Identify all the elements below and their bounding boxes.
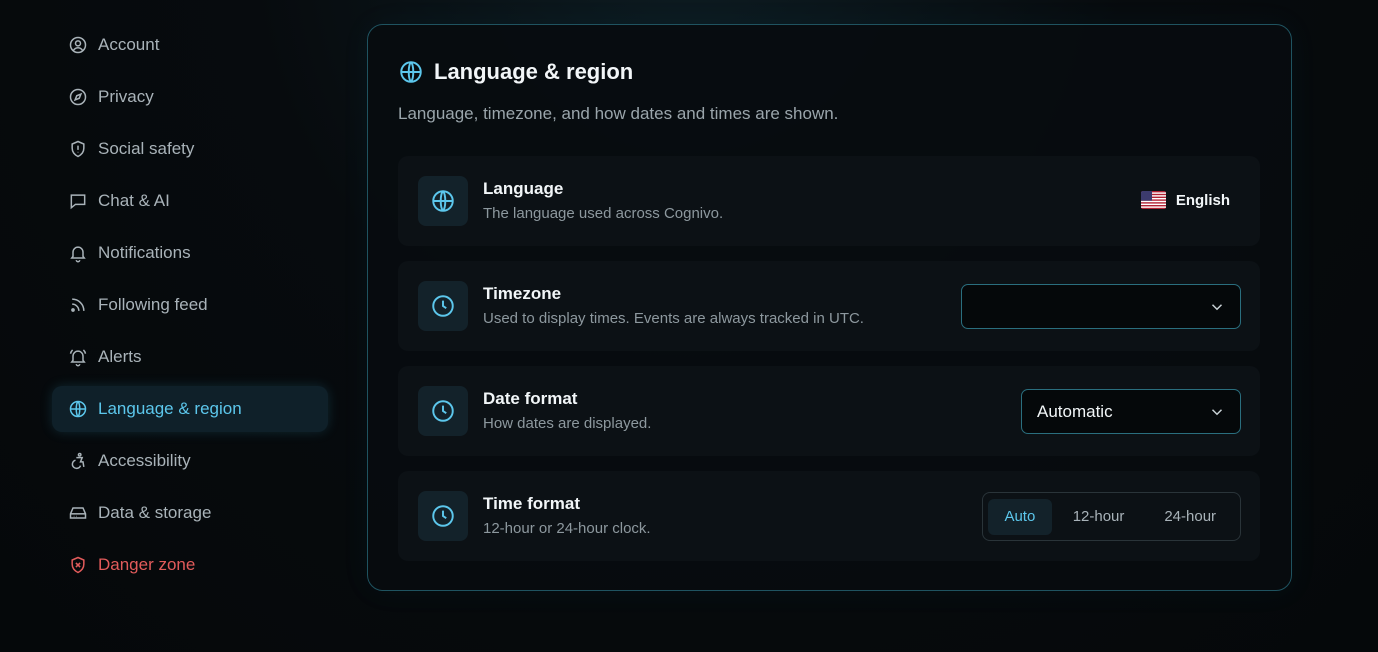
sidebar-item-danger-zone[interactable]: Danger zone	[52, 542, 328, 588]
language-value: English	[1175, 191, 1230, 209]
sidebar-item-notifications[interactable]: Notifications	[52, 230, 328, 276]
globe-icon	[418, 176, 468, 226]
setting-label: Language	[483, 179, 564, 198]
setting-label: Time format	[483, 494, 580, 513]
chat-bubble-icon	[68, 191, 88, 211]
sidebar-item-label: Social safety	[98, 139, 195, 158]
clock-icon	[418, 281, 468, 331]
sidebar-item-label: Alerts	[98, 347, 142, 366]
us-flag-icon	[1140, 191, 1166, 209]
user-circle-icon	[68, 35, 88, 55]
date-format-select[interactable]: Automatic	[1021, 389, 1241, 434]
clock-icon	[418, 491, 468, 541]
setting-description: The language used across Cognivo.	[483, 205, 724, 222]
setting-description: 12-hour or 24-hour clock.	[483, 520, 651, 537]
globe-icon	[398, 59, 424, 85]
chevron-down-icon	[1211, 304, 1223, 311]
setting-description: How dates are displayed.	[483, 415, 652, 432]
sidebar-item-label: Language & region	[98, 399, 242, 418]
setting-label: Date format	[483, 389, 578, 408]
bell-ring-icon	[68, 347, 88, 367]
sidebar-item-language-region[interactable]: Language & region	[52, 386, 328, 432]
panel-description: Language, timezone, and how dates and ti…	[398, 104, 839, 123]
sidebar-item-alerts[interactable]: Alerts	[52, 334, 328, 380]
language-region-panel: Language & region Language, timezone, an…	[367, 24, 1292, 591]
clock-icon	[418, 386, 468, 436]
setting-label: Timezone	[483, 284, 562, 303]
sidebar-item-label: Following feed	[98, 295, 208, 314]
shield-x-icon	[68, 555, 88, 575]
time-format-toggle: Auto 12-hour 24-hour	[982, 492, 1241, 541]
setting-row-language: Language The language used across Cogniv…	[398, 156, 1260, 246]
sidebar-item-social-safety[interactable]: Social safety	[52, 126, 328, 172]
time-format-option-12-hour[interactable]: 12-hour	[1052, 499, 1146, 535]
hard-drive-icon	[68, 503, 88, 523]
sidebar-item-privacy[interactable]: Privacy	[52, 74, 328, 120]
settings-sidebar: Account Privacy Social safety Chat & AI …	[52, 22, 328, 594]
sidebar-item-data-storage[interactable]: Data & storage	[52, 490, 328, 536]
setting-row-time-format: Time format 12-hour or 24-hour clock. Au…	[398, 471, 1260, 561]
rss-icon	[68, 295, 88, 315]
setting-description: Used to display times. Events are always…	[483, 310, 864, 327]
timezone-select[interactable]	[961, 284, 1241, 329]
sidebar-item-chat-ai[interactable]: Chat & AI	[52, 178, 328, 224]
bell-icon	[68, 243, 88, 263]
time-format-option-24-hour[interactable]: 24-hour	[1145, 499, 1235, 535]
time-format-option-auto[interactable]: Auto	[988, 498, 1052, 535]
sidebar-item-account[interactable]: Account	[52, 22, 328, 68]
sidebar-item-following-feed[interactable]: Following feed	[52, 282, 328, 328]
page-title: Language & region	[434, 59, 634, 84]
sidebar-item-label: Accessibility	[98, 451, 191, 470]
chevron-down-icon	[1211, 409, 1223, 416]
date-format-value: Automatic	[1037, 401, 1113, 421]
compass-icon	[68, 87, 88, 107]
sidebar-item-accessibility[interactable]: Accessibility	[52, 438, 328, 484]
sidebar-item-label: Notifications	[98, 243, 191, 262]
panel-heading: Language & region	[398, 59, 633, 85]
globe-icon	[68, 399, 88, 419]
sidebar-item-label: Account	[98, 35, 160, 54]
sidebar-item-label: Chat & AI	[98, 191, 170, 210]
setting-row-date-format: Date format How dates are displayed. Aut…	[398, 366, 1260, 456]
sidebar-item-label: Privacy	[98, 87, 154, 106]
accessibility-icon	[68, 451, 88, 471]
language-selector[interactable]: English	[1140, 191, 1230, 209]
sidebar-item-label: Danger zone	[98, 555, 196, 574]
sidebar-item-label: Data & storage	[98, 503, 212, 522]
setting-row-timezone: Timezone Used to display times. Events a…	[398, 261, 1260, 351]
shield-icon	[68, 139, 88, 159]
